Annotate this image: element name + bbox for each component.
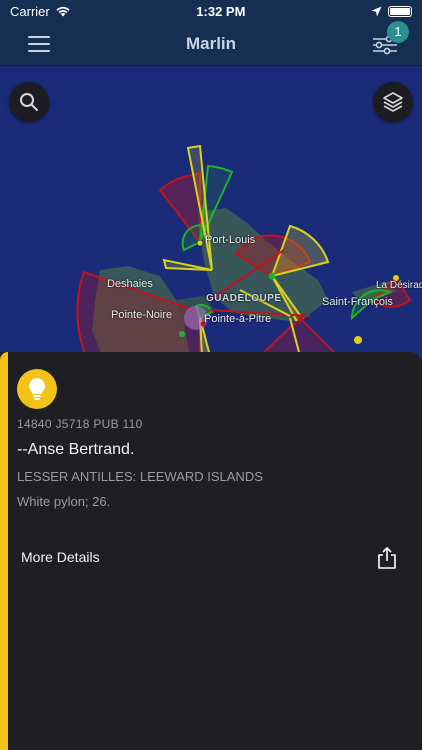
menu-button[interactable]: [28, 36, 50, 52]
lightbulb-icon: [29, 378, 45, 400]
light-name: --Anse Bertrand.: [17, 441, 135, 458]
status-bar: Carrier 1:32 PM: [0, 0, 422, 22]
light-marker: [268, 272, 276, 280]
light-marker: [196, 239, 204, 247]
page-title: Marlin: [185, 33, 237, 53]
location-arrow-icon: [371, 6, 382, 16]
light-remarks: White pylon; 26.: [17, 494, 111, 509]
place-label: Saint-François: [322, 296, 393, 308]
more-details-button[interactable]: More Details: [21, 549, 100, 565]
status-time: 1:32 PM: [196, 3, 246, 19]
filter-count-badge: 1: [387, 21, 409, 43]
map-view[interactable]: Port-Louis Deshaies GUADELOUPE Pointe-No…: [0, 66, 422, 356]
map-layers-button[interactable]: [373, 82, 413, 122]
place-label: Pointe-Noire: [111, 309, 173, 321]
search-button[interactable]: [9, 82, 49, 122]
share-icon[interactable]: [376, 546, 398, 570]
light-type-badge: [17, 369, 57, 409]
yellow-sector-light: [270, 224, 330, 278]
light-marker: [179, 331, 185, 337]
battery-icon: [388, 5, 412, 17]
sheet-accent-bar: [0, 352, 8, 750]
place-label: Port-Louis: [205, 234, 256, 246]
light-marker: [297, 315, 303, 321]
place-label: Deshaies: [107, 278, 153, 290]
search-icon: [20, 93, 38, 111]
nav-bar: Marlin: [0, 22, 422, 66]
status-right: [371, 5, 412, 17]
light-code: 14840 J5718 PUB 110: [17, 417, 143, 431]
status-left: Carrier: [10, 4, 71, 19]
light-marker: [354, 336, 362, 344]
region-label: GUADELOUPE: [206, 293, 282, 304]
carrier-label: Carrier: [10, 3, 50, 19]
wifi-icon: [56, 6, 70, 17]
place-label: La Désirad: [376, 280, 422, 291]
place-label: Pointe-à-Pitre: [204, 313, 272, 325]
light-region: LESSER ANTILLES: LEEWARD ISLANDS: [17, 469, 263, 484]
layers-icon: [383, 92, 403, 112]
